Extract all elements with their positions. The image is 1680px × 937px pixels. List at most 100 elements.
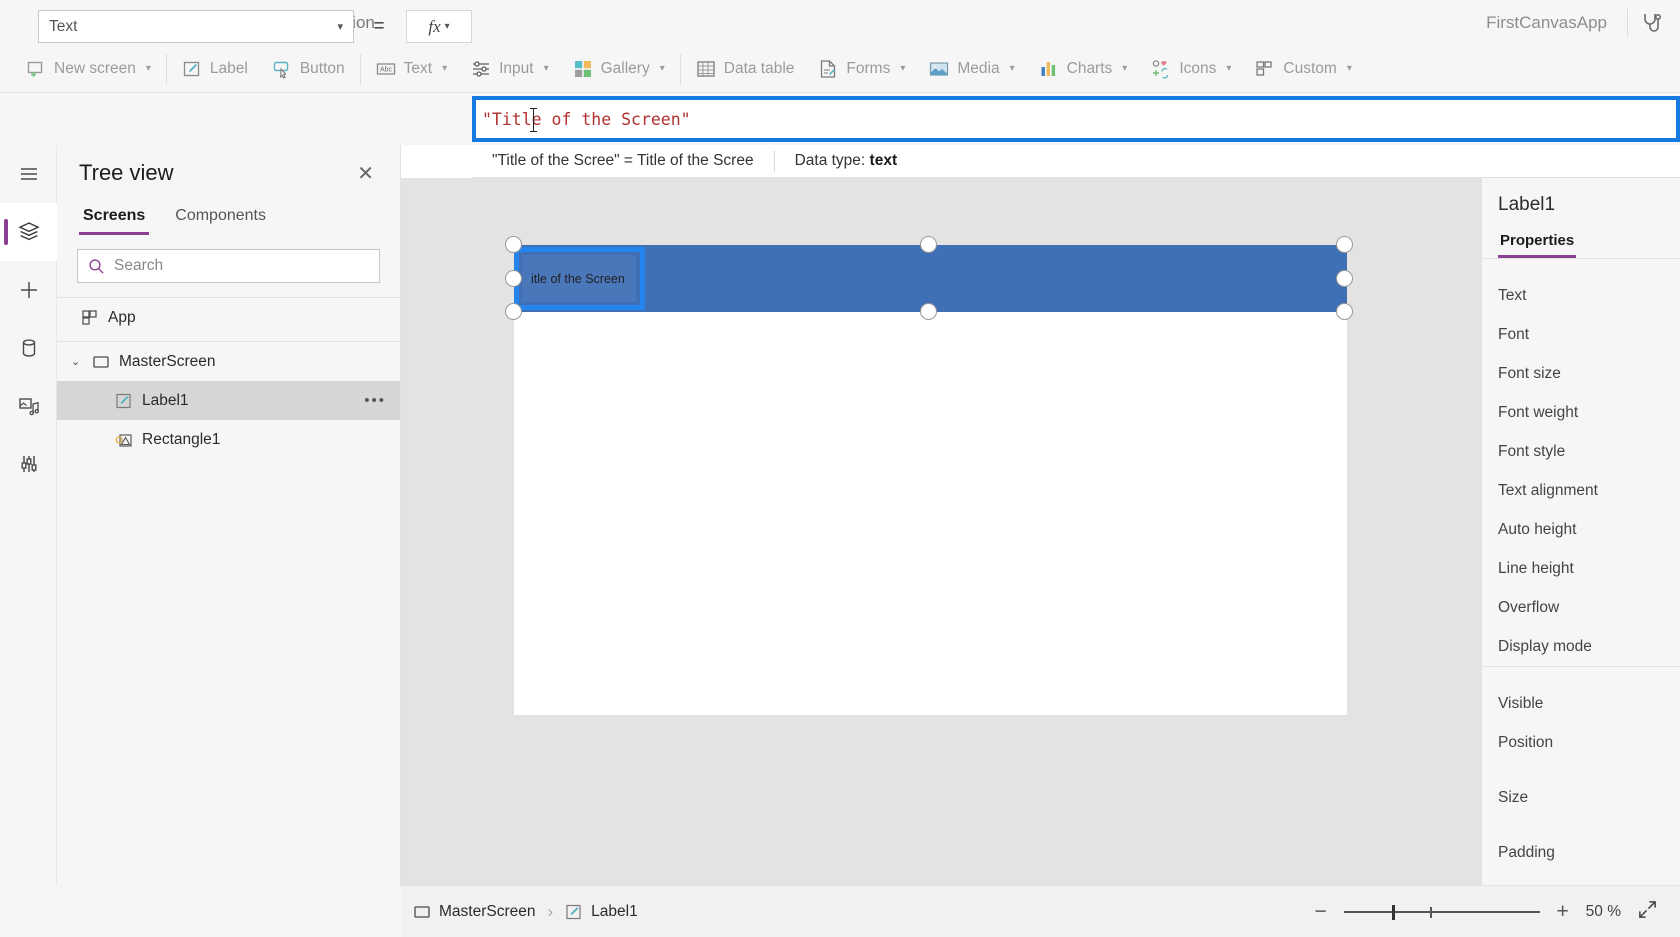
media-library-icon [18,398,39,416]
ribbon-input-label: Input [499,59,534,77]
handle-top-center[interactable] [920,236,937,253]
fx-icon: fx [428,16,441,36]
status-bar-left-fill [0,885,401,937]
ribbon-text-button[interactable]: Abc Text ▾ [364,52,459,86]
ribbon-text-label: Text [403,59,433,77]
tree-node-label1[interactable]: Label1 ••• [57,381,400,420]
search-input[interactable]: Search [77,249,380,283]
ribbon-input-button[interactable]: Input ▾ [459,52,561,86]
status-bar: MasterScreen › Label1 − + 50 % [401,885,1680,937]
fx-button[interactable]: fx ▾ [406,10,472,43]
tree-view-panel: Tree view ✕ Screens Components Search Ap… [57,145,401,937]
property-row-line-height[interactable]: Line height [1482,549,1680,588]
screen-icon [414,905,430,918]
formula-input[interactable]: "Title of the Screen" [476,100,708,138]
property-row-padding[interactable]: Padding [1482,833,1680,872]
rail-item-media[interactable] [0,377,57,435]
property-row-font-weight[interactable]: Font weight [1482,393,1680,432]
properties-panel: Label1 Properties Text Font Font size Fo… [1481,178,1680,885]
chevron-down-icon: ▾ [442,63,448,74]
property-row-auto-height[interactable]: Auto height [1482,510,1680,549]
property-row-overflow[interactable]: Overflow [1482,588,1680,627]
ribbon-icons-button[interactable]: Icons ▾ [1139,52,1243,86]
media-image-icon [930,61,949,76]
chevron-down-icon[interactable]: ⌄ [71,355,83,368]
ribbon-label-button[interactable]: Label [170,52,260,86]
left-icon-rail [0,145,57,937]
property-row-text[interactable]: Text [1482,276,1680,315]
canvas-area[interactable]: itle of the Screen [401,178,1481,885]
handle-middle-right[interactable] [1336,270,1353,287]
property-row-size[interactable]: Size [1482,778,1680,817]
rail-item-data[interactable] [0,319,57,377]
property-selector[interactable]: Text ▾ [38,10,354,43]
zoom-slider-thumb[interactable] [1391,904,1395,920]
property-row-text-alignment[interactable]: Text alignment [1482,471,1680,510]
formula-input-wrapper[interactable]: "Title of the Screen" [472,96,1680,142]
ribbon-new-screen-button[interactable]: New screen ▾ [14,52,163,86]
ribbon-button-button[interactable]: Button [260,52,357,86]
fit-screen-button[interactable] [1635,899,1658,925]
handle-top-left[interactable] [505,236,522,253]
custom-grid-icon [1256,60,1273,76]
property-row-visible[interactable]: Visible [1482,684,1680,723]
app-screen-canvas[interactable]: itle of the Screen [505,236,1353,715]
insert-ribbon: New screen ▾ Label Button Abc Text ▾ Inp… [0,45,1680,93]
rail-item-variables[interactable] [0,435,57,493]
rail-item-menu[interactable] [0,145,57,203]
tooltip-datatype: Data type: text [775,152,918,170]
zoom-out-button[interactable]: − [1312,900,1330,924]
handle-top-right[interactable] [1336,236,1353,253]
rail-item-insert[interactable] [0,261,57,319]
handle-middle-left[interactable] [505,270,522,287]
ribbon-data-table-button[interactable]: Data table [684,52,807,86]
input-sliders-icon [473,60,490,77]
zoom-slider-track [1343,910,1540,913]
property-row-font-size[interactable]: Font size [1482,354,1680,393]
label-pencil-icon [566,904,581,919]
zoom-in-button[interactable]: + [1554,900,1572,924]
rail-item-tree-view[interactable] [0,203,57,261]
intellisense-tooltip: "Title of the Scree" = Title of the Scre… [472,145,1680,178]
app-checker-button[interactable] [1628,0,1674,45]
tree-node-label1-label: Label1 [142,391,189,409]
handle-bottom-left[interactable] [505,303,522,320]
tab-screens[interactable]: Screens [79,201,150,235]
ribbon-forms-button[interactable]: Forms ▾ [806,52,917,86]
chevron-down-icon: ▾ [543,63,549,74]
ribbon-charts-button[interactable]: Charts ▾ [1027,52,1140,86]
property-row-display-mode[interactable]: Display mode [1482,627,1680,666]
property-row-font-style[interactable]: Font style [1482,432,1680,471]
app-checker-icon [1644,13,1661,32]
tooltip-datatype-value: text [869,152,898,169]
tree-node-label1-more-button[interactable]: ••• [364,392,386,409]
breadcrumb-label1[interactable]: Label1 [553,903,650,921]
close-icon[interactable]: ✕ [349,157,382,190]
variables-sliders-icon [20,456,36,472]
canvas-rectangle1[interactable]: itle of the Screen [514,245,1347,312]
ribbon-media-button[interactable]: Media ▾ [917,52,1026,86]
property-row-font[interactable]: Font [1482,315,1680,354]
data-table-icon [697,60,715,77]
text-caret [530,108,537,132]
tab-properties[interactable]: Properties [1498,230,1577,258]
handle-bottom-right[interactable] [1336,303,1353,320]
zoom-slider[interactable] [1343,903,1540,921]
ribbon-gallery-button[interactable]: Gallery ▾ [561,52,677,86]
chevron-down-icon: ▾ [1009,63,1015,74]
handle-bottom-center[interactable] [920,303,937,320]
breadcrumb-masterscreen[interactable]: MasterScreen [401,903,547,921]
equals-sign: = [373,15,385,37]
app-grid-icon [82,309,97,325]
zoom-percent: 50 % [1586,903,1621,921]
tab-components[interactable]: Components [171,201,270,235]
tree-node-app[interactable]: App [57,298,400,337]
chevron-down-icon: ▾ [1226,63,1232,74]
canvas-label1[interactable]: itle of the Screen [522,255,636,302]
ribbon-custom-button[interactable]: Custom ▾ [1243,52,1363,86]
tree-node-rectangle1[interactable]: Rectangle1 [57,420,400,459]
tree-node-masterscreen[interactable]: ⌄ MasterScreen [57,342,400,381]
formula-input-rest[interactable] [708,100,1676,138]
property-row-position[interactable]: Position [1482,723,1680,762]
charts-bar-icon [1041,61,1055,76]
